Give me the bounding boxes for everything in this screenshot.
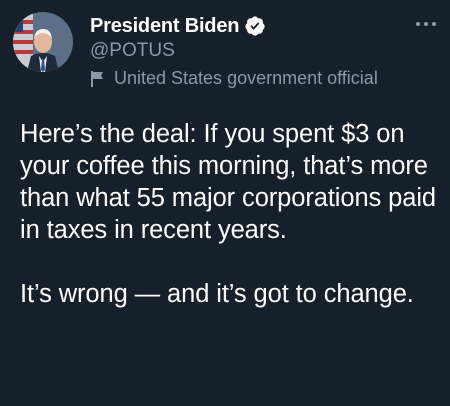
tweet-paragraph-2: It’s wrong — and it’s got to change.: [20, 280, 414, 308]
avatar[interactable]: [13, 12, 73, 72]
avatar-image: [13, 12, 73, 72]
tweet-card: President Biden @POTUS United States gov…: [0, 0, 450, 406]
name-row: President Biden: [90, 14, 266, 38]
verified-badge-icon: [244, 15, 266, 37]
flag-icon: [90, 70, 106, 88]
tweet-text: Here’s the deal: If you spent $3 on your…: [20, 118, 440, 310]
government-label[interactable]: United States government official: [90, 68, 378, 89]
government-label-text: United States government official: [114, 68, 378, 88]
display-name[interactable]: President Biden: [90, 15, 239, 38]
tweet-paragraph-1: Here’s the deal: If you spent $3 on your…: [20, 120, 436, 244]
handle[interactable]: @POTUS: [90, 40, 175, 62]
more-options-icon[interactable]: [412, 14, 440, 34]
